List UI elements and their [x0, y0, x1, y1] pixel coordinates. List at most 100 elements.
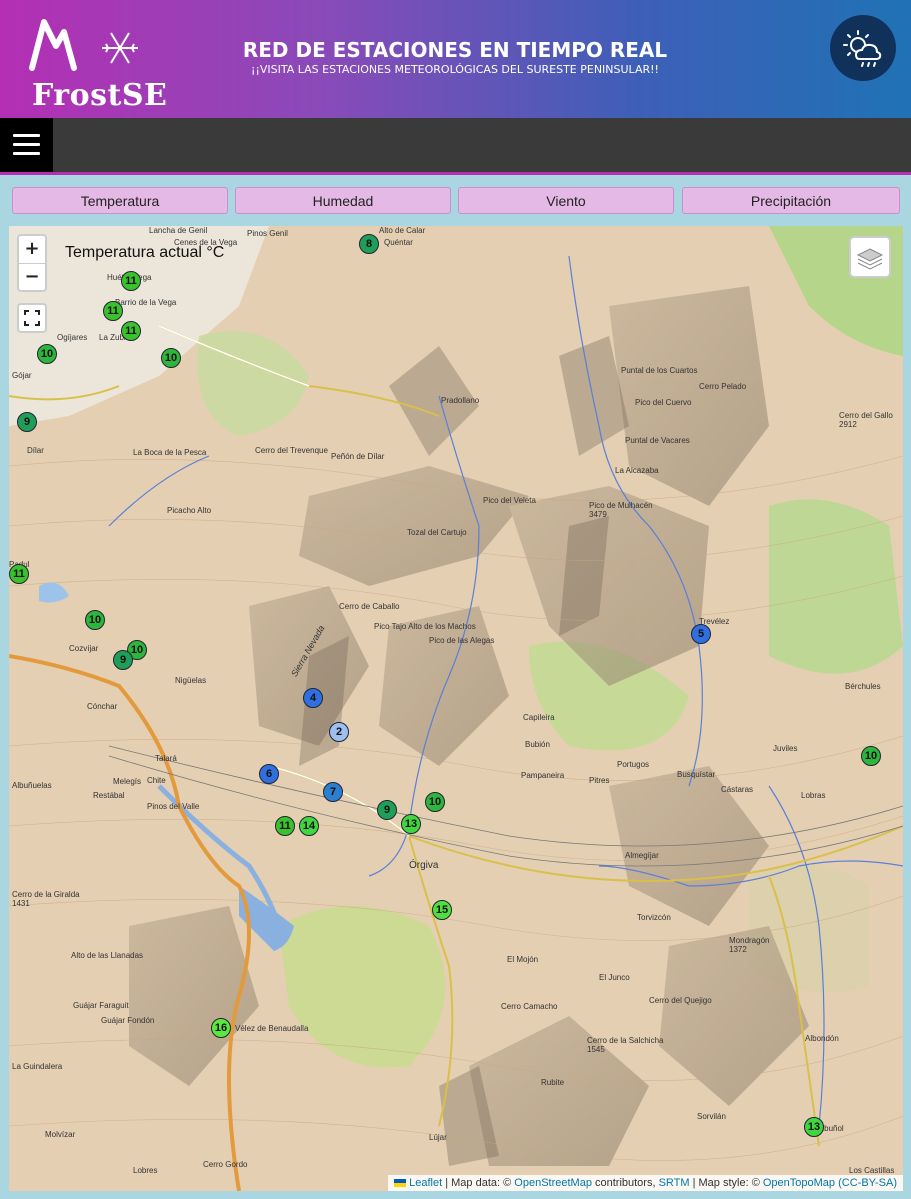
- place-label: Nigüelas: [175, 676, 207, 685]
- place-label: Pico de las Alegas: [429, 636, 495, 645]
- opentopomap-link[interactable]: OpenTopoMap: [763, 1177, 835, 1189]
- layers-button[interactable]: [849, 236, 891, 278]
- zoom-out-button[interactable]: −: [19, 263, 45, 291]
- menu-button[interactable]: [0, 118, 53, 172]
- place-label: Puntal de los Cuartos: [621, 366, 698, 375]
- place-label: Talará: [155, 754, 177, 763]
- place-label: Capileira: [523, 713, 555, 722]
- place-label: Albuñuelas: [12, 781, 52, 790]
- srtm-link[interactable]: SRTM: [659, 1177, 690, 1189]
- attribution-text: | Map data: ©: [442, 1177, 515, 1189]
- place-label: Ogíjares: [57, 333, 88, 342]
- tab-viento[interactable]: Viento: [458, 187, 674, 214]
- place-label: Pampaneira: [521, 771, 565, 780]
- place-label: Lújar: [429, 1133, 447, 1142]
- station-marker[interactable]: 5: [691, 624, 711, 644]
- zoom-control: + −: [17, 234, 47, 292]
- nav-bar: [0, 118, 911, 172]
- hamburger-icon: [13, 134, 40, 137]
- place-label: La Alcazaba: [615, 466, 659, 475]
- site-header: FrostSE RED DE ESTACIONES EN TIEMPO REAL…: [0, 0, 911, 118]
- place-label: Barrio de la Vega: [115, 298, 177, 307]
- station-marker[interactable]: 11: [121, 271, 141, 291]
- place-label: Pico de Mulhacén 3479: [589, 501, 653, 519]
- place-label: Busquístar: [677, 770, 716, 779]
- place-label: Guájar Faraguit: [73, 1001, 129, 1010]
- place-label: Cerro Gordo: [203, 1160, 248, 1169]
- tab-precipitacion[interactable]: Precipitación: [682, 187, 900, 214]
- place-label: Cerro del Trevenque: [255, 446, 328, 455]
- weather-button[interactable]: [830, 15, 896, 81]
- place-label: Pico Tajo Alto de los Machos: [374, 622, 476, 631]
- place-label: Torvizcón: [637, 913, 671, 922]
- page-subtitle: ¡¡VISITA LAS ESTACIONES METEOROLÓGICAS D…: [251, 63, 659, 76]
- place-label: Cerro Pelado: [699, 382, 747, 391]
- station-marker[interactable]: 4: [303, 688, 323, 708]
- place-label: Pico del Veleta: [483, 496, 536, 505]
- place-label: Dílar: [27, 446, 44, 455]
- place-label: Gójar: [12, 371, 32, 380]
- station-marker[interactable]: 13: [401, 814, 421, 834]
- station-marker[interactable]: 9: [377, 800, 397, 820]
- ukraine-flag-icon: [394, 1179, 407, 1188]
- place-label: Chite: [147, 776, 166, 785]
- frostse-logo[interactable]: FrostSE: [14, 10, 167, 113]
- tab-humedad[interactable]: Humedad: [235, 187, 451, 214]
- station-marker[interactable]: 11: [275, 816, 295, 836]
- station-marker[interactable]: 9: [17, 412, 37, 432]
- station-marker[interactable]: 11: [103, 301, 123, 321]
- station-marker[interactable]: 11: [9, 564, 29, 584]
- station-marker[interactable]: 8: [359, 234, 379, 254]
- place-label: Cerro del Gallo 2912: [839, 411, 893, 429]
- place-label: Pitres: [589, 776, 610, 785]
- place-label: Almegíjar: [625, 851, 659, 860]
- place-label: Cerro del Quejigo: [649, 996, 712, 1005]
- station-map[interactable]: Pinos Genil Huétor Vega Barrio de la Veg…: [9, 226, 903, 1191]
- place-label: Rubite: [541, 1078, 565, 1087]
- station-marker[interactable]: 6: [259, 764, 279, 784]
- place-label: Órgiva: [409, 860, 439, 871]
- place-label: Cerro de Caballo: [339, 602, 400, 611]
- station-marker[interactable]: 15: [432, 900, 452, 920]
- place-label: Vélez de Benaudalla: [235, 1024, 309, 1033]
- place-label: Cástaras: [721, 785, 754, 794]
- tab-temperatura[interactable]: Temperatura: [12, 187, 228, 214]
- place-label: Lancha de Genil: [149, 226, 208, 235]
- nav-divider: [0, 172, 911, 175]
- station-marker[interactable]: 14: [299, 816, 319, 836]
- station-marker[interactable]: 16: [211, 1018, 231, 1038]
- place-label: Lobres: [133, 1166, 158, 1175]
- station-marker[interactable]: 13: [804, 1117, 824, 1137]
- fullscreen-button[interactable]: [17, 303, 47, 333]
- place-label: Pinos del Valle: [147, 802, 200, 811]
- station-marker[interactable]: 10: [161, 348, 181, 368]
- place-label: Puntal de Vacares: [625, 436, 690, 445]
- place-label: Peñón de Dílar: [331, 452, 385, 461]
- license-link[interactable]: (CC-BY-SA): [838, 1177, 897, 1189]
- station-marker[interactable]: 10: [425, 792, 445, 812]
- place-label: Cozvíjar: [69, 644, 99, 653]
- place-label: La Guindalera: [12, 1062, 63, 1071]
- zoom-in-button[interactable]: +: [19, 236, 45, 263]
- station-marker[interactable]: 9: [113, 650, 133, 670]
- station-marker[interactable]: 10: [861, 746, 881, 766]
- place-label: Guájar Fondón: [101, 1016, 155, 1025]
- station-marker[interactable]: 7: [323, 782, 343, 802]
- place-label: Melegís: [113, 777, 142, 786]
- leaflet-link[interactable]: Leaflet: [409, 1177, 442, 1189]
- hamburger-icon-bar: [13, 152, 40, 155]
- place-label: Albondón: [805, 1034, 839, 1043]
- map-layer-label: Temperatura actual °C: [65, 244, 225, 261]
- station-marker[interactable]: 2: [329, 722, 349, 742]
- osm-link[interactable]: OpenStreetMap: [514, 1177, 592, 1189]
- station-marker[interactable]: 10: [85, 610, 105, 630]
- station-marker[interactable]: 10: [37, 344, 57, 364]
- sun-cloud-rain-icon: [843, 30, 882, 67]
- place-label: Restábal: [93, 791, 125, 800]
- attribution-text: contributors,: [591, 1177, 659, 1189]
- place-label: Quéntar: [384, 238, 413, 247]
- station-marker[interactable]: 11: [121, 321, 141, 341]
- place-label: La Boca de la Pesca: [133, 448, 207, 457]
- page-title: RED DE ESTACIONES EN TIEMPO REAL: [242, 38, 668, 62]
- place-label: Juviles: [773, 744, 798, 753]
